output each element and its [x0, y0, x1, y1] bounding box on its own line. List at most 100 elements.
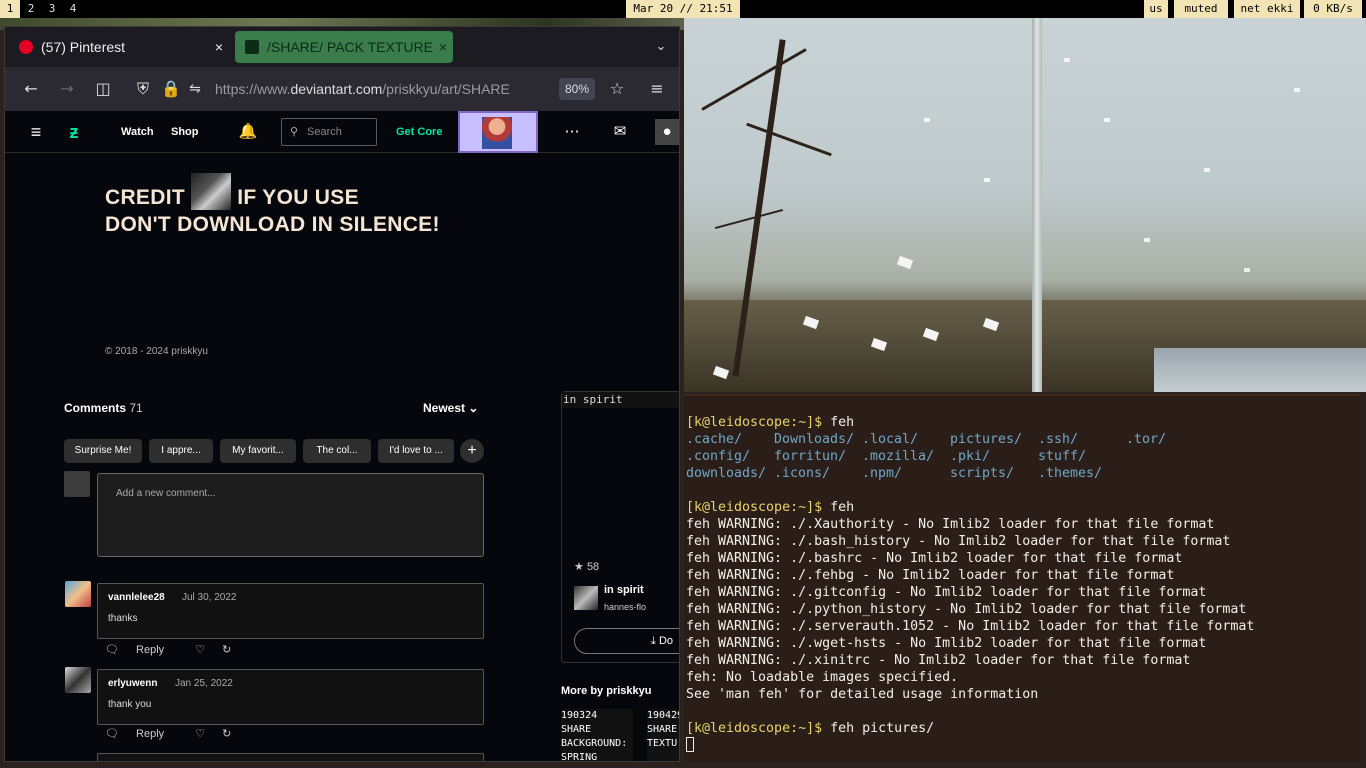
dir-entry: .tor/: [1126, 432, 1167, 447]
extension-icon[interactable]: ◫: [89, 67, 117, 111]
terminal-line: [k@leidoscope:~]$ feh: [686, 499, 854, 516]
get-core-link[interactable]: Get Core: [396, 111, 442, 153]
reply-button[interactable]: 🗨 Reply: [105, 643, 178, 656]
comment-text: thank you: [108, 699, 152, 710]
like-icon[interactable]: ♡: [195, 727, 205, 740]
thumbnail[interactable]: 190429 SHARE TEXTU: [647, 709, 679, 761]
status-bar: 1 2 3 4 Mar 20 // 21:51 us muted net ekk…: [0, 0, 1366, 18]
shield-icon[interactable]: ⛨: [129, 67, 157, 111]
network-status: net ekki: [1234, 0, 1300, 18]
card-title[interactable]: in spirit: [604, 584, 644, 596]
web-page: ≡ ƶ Watch Shop 🔔 Search ⚲ Get Core ⋯ ✉ ●…: [5, 111, 679, 761]
reply-label: Reply: [136, 728, 165, 740]
avatar[interactable]: [65, 667, 91, 693]
terminal-window[interactable]: [k@leidoscope:~]$ feh .cache/ Downloads/…: [684, 394, 1360, 762]
sort-label: Newest: [423, 401, 466, 415]
shop-link[interactable]: Shop: [171, 111, 199, 153]
site-header: ≡ ƶ Watch Shop 🔔 Search ⚲ Get Core ⋯ ✉ ●: [5, 111, 679, 153]
comment-actions: 🗨 Reply ♡ ↻: [105, 727, 245, 740]
favourites-value: 58: [586, 561, 600, 573]
sort-dropdown[interactable]: Newest ⌄: [423, 401, 478, 415]
terminal-line: feh WARNING: ./.python_history - No Imli…: [686, 602, 1247, 617]
site-settings-icon[interactable]: ⇋: [181, 67, 209, 111]
url-prefix: https://www.: [215, 81, 291, 97]
more-by-heading: More by priskkyu: [561, 685, 652, 697]
flying-paper: [1144, 238, 1150, 242]
navigation-bar: ← → ◫ ⛨ 🔒 ⇋ https://www.deviantart.com/p…: [5, 67, 679, 111]
wallpaper-image: [684, 18, 1366, 392]
comments-count: 71: [129, 401, 143, 415]
avatar[interactable]: [574, 586, 598, 610]
comment-card: [97, 753, 484, 761]
tab-pinterest[interactable]: (57) Pinterest ×: [9, 31, 229, 63]
suggestion-chip[interactable]: I'd love to ...: [378, 439, 454, 463]
reply-button[interactable]: 🗨 Reply: [105, 727, 178, 740]
workspace-4[interactable]: 4: [63, 0, 83, 18]
suggestion-chip[interactable]: Surprise Me!: [64, 439, 142, 463]
url-path: /priskkyu/art/SHARE: [382, 81, 510, 97]
tab-deviantart[interactable]: /SHARE/ PACK TEXTURE ×: [235, 31, 453, 63]
close-icon[interactable]: ×: [215, 31, 223, 63]
comment-card: erlyuwenn Jan 25, 2022 thank you: [97, 669, 484, 725]
terminal-line: feh WARNING: ./.Xauthority - No Imlib2 l…: [686, 517, 1215, 532]
terminal-line: feh WARNING: ./.wget-hsts - No Imlib2 lo…: [686, 636, 1207, 651]
dir-entry: downloads/: [686, 466, 767, 481]
suggestion-chip[interactable]: The col...: [303, 439, 371, 463]
comment-username[interactable]: erlyuwenn: [108, 678, 157, 689]
chevron-down-icon[interactable]: ⌄: [651, 31, 671, 63]
tree-branch: [701, 48, 807, 111]
mail-icon[interactable]: ✉: [607, 111, 633, 153]
close-icon[interactable]: ×: [439, 31, 447, 63]
bell-icon[interactable]: 🔔: [235, 111, 261, 153]
thumbnail[interactable]: 190324 SHARE BACKGROUND: SPRING: [561, 709, 633, 761]
terminal-line: feh WARNING: ./.gitconfig - No Imlib2 lo…: [686, 585, 1207, 600]
if-you-use-text: IF YOU USE: [237, 186, 359, 209]
user-avatar-icon[interactable]: ●: [655, 119, 679, 145]
star-icon[interactable]: ★: [574, 561, 584, 573]
suggestion-chip[interactable]: My favorit...: [220, 439, 296, 463]
url-bar[interactable]: https://www.deviantart.com/priskkyu/art/…: [215, 77, 555, 101]
suggestion-chip[interactable]: I appre...: [149, 439, 213, 463]
promo-banner[interactable]: [458, 111, 538, 153]
workspace-2[interactable]: 2: [21, 0, 41, 18]
dir-entry: .pki/: [950, 449, 991, 464]
more-icon[interactable]: ⋯: [559, 111, 585, 153]
forward-icon[interactable]: →: [53, 67, 81, 111]
share-icon[interactable]: ↻: [222, 643, 231, 656]
comment-username[interactable]: vannlelee28: [108, 592, 165, 603]
hamburger-icon[interactable]: ≡: [23, 111, 49, 153]
dir-entry: .npm/: [862, 466, 903, 481]
card-author[interactable]: hannes-flo: [604, 602, 646, 612]
reply-label: Reply: [136, 644, 165, 656]
terminal-line: [k@leidoscope:~]$ feh pictures/: [686, 720, 934, 737]
comment-date[interactable]: Jan 25, 2022: [175, 678, 233, 689]
pixel-character-icon: [482, 117, 512, 149]
terminal-prompt: [k@leidoscope:~]$: [686, 415, 823, 430]
menu-icon[interactable]: ≡: [643, 67, 671, 111]
card-image-alt[interactable]: in spirit: [562, 392, 679, 408]
related-card: in spirit ★ 58 in spirit hannes-flo ⤓ Do: [561, 391, 679, 663]
watch-link[interactable]: Watch: [121, 111, 154, 153]
dont-download-text: DON'T DOWNLOAD IN SILENCE!: [105, 213, 440, 236]
comment-input[interactable]: Add a new comment...: [97, 473, 484, 557]
dir-entry: .local/: [862, 432, 919, 447]
like-icon[interactable]: ♡: [195, 643, 205, 656]
comment-date[interactable]: Jul 30, 2022: [182, 592, 237, 603]
terminal-cursor[interactable]: [686, 737, 694, 752]
star-icon[interactable]: ☆: [603, 67, 631, 111]
flying-paper: [1244, 268, 1250, 272]
add-chip-button[interactable]: +: [460, 439, 484, 463]
terminal-line: feh WARNING: ./.xinitrc - No Imlib2 load…: [686, 653, 1191, 668]
terminal-line: See 'man feh' for detailed usage informa…: [686, 687, 1039, 702]
zoom-level[interactable]: 80%: [559, 78, 595, 100]
workspace-1[interactable]: 1: [0, 0, 20, 18]
share-icon[interactable]: ↻: [222, 727, 231, 740]
deviantart-logo-icon[interactable]: ƶ: [61, 111, 87, 153]
workspace-3[interactable]: 3: [42, 0, 62, 18]
tab-title: (57) Pinterest: [41, 39, 126, 55]
avatar[interactable]: [65, 581, 91, 607]
download-button[interactable]: ⤓ Do: [574, 628, 679, 654]
comments-label: Comments: [64, 401, 127, 415]
back-icon[interactable]: ←: [17, 67, 45, 111]
chevron-down-icon: ⌄: [468, 401, 479, 415]
